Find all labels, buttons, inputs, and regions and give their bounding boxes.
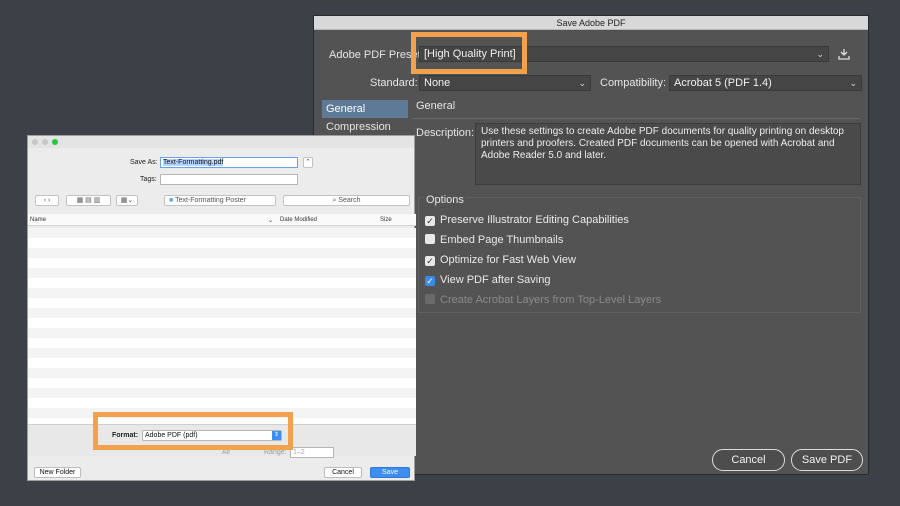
standard-label: Standard: [370,77,418,89]
list-item[interactable] [28,398,416,408]
window-titlebar [28,136,414,148]
save-preset-icon[interactable] [837,47,851,61]
option-label: View PDF after Saving [440,274,551,286]
chevron-down-icon: ⌄ [816,49,824,59]
option-acrobat-layers: Create Acrobat Layers from Top-Level Lay… [425,292,661,308]
compatibility-label: Compatibility: [600,77,667,89]
sort-chevron-icon: ⌄ [268,218,274,224]
range-all-option[interactable]: All [222,449,230,456]
filename-value: Text-Formatting.pdf [163,159,224,166]
list-item[interactable] [28,378,416,388]
checkbox-checked-icon[interactable]: ✓ [425,256,435,266]
minimize-icon[interactable] [42,139,48,145]
section-title: General [416,100,456,112]
save-button[interactable]: Save [370,467,410,478]
options-title: Options [424,194,466,206]
compatibility-value: Acrobat 5 (PDF 1.4) [674,77,772,89]
save-pdf-button[interactable]: Save PDF [791,449,863,471]
list-item[interactable] [28,338,416,348]
list-item[interactable] [28,318,416,328]
file-list [28,228,416,438]
checkbox-disabled-icon [425,294,435,304]
option-embed-thumbnails[interactable]: Embed Page Thumbnails [425,232,563,248]
option-view-after-saving[interactable]: ✓ View PDF after Saving [425,272,550,288]
chevron-down-icon: ⌄ [849,78,857,88]
location-value: Text-Formatting Poster [175,197,246,204]
col-modified[interactable]: Date Modified [280,217,317,223]
list-item[interactable] [28,368,416,378]
standard-value: None [424,77,451,89]
cancel-button[interactable]: Cancel [324,467,362,478]
option-label: Create Acrobat Layers from Top-Level Lay… [440,294,662,306]
option-label: Preserve Illustrator Editing Capabilitie… [440,214,629,226]
col-size[interactable]: Size [380,217,392,223]
list-item[interactable] [28,278,416,288]
list-item[interactable] [28,408,416,418]
checkbox-checked-icon[interactable]: ✓ [425,276,435,286]
list-item[interactable] [28,328,416,338]
compatibility-dropdown[interactable]: Acrobat 5 (PDF 1.4) ⌄ [669,75,862,91]
option-preserve-editing[interactable]: ✓ Preserve Illustrator Editing Capabiliti… [425,212,629,228]
list-item[interactable] [28,228,416,238]
list-item[interactable] [28,388,416,398]
filename-input[interactable]: Text-Formatting.pdf [160,157,298,168]
cancel-button[interactable]: Cancel [712,449,785,471]
range-input[interactable]: 1–2 [290,447,334,458]
preset-label: Adobe PDF Preset: [329,49,424,61]
folder-icon: ■ [169,197,174,204]
location-dropdown[interactable]: ■ Text-Formatting Poster [164,195,276,206]
sidebar-item-general[interactable]: General [322,100,408,118]
search-placeholder: Search [338,197,361,204]
nav-back-forward[interactable]: ‹ › [35,195,59,206]
sidebar: General Compression [322,100,408,136]
format-label: Format: [112,432,139,439]
expand-toggle[interactable]: ⌃ [303,157,313,168]
col-name[interactable]: Name [30,217,46,223]
list-item[interactable] [28,258,416,268]
list-item[interactable] [28,238,416,248]
search-input[interactable]: ⌕ Search [283,195,410,206]
tags-input[interactable] [160,174,298,185]
zoom-icon[interactable] [52,139,58,145]
divider [412,118,860,119]
list-item[interactable] [28,288,416,298]
save-as-label: Save As: [130,159,158,166]
format-value: Adobe PDF (pdf) [145,432,198,439]
tags-label: Tags: [140,176,157,183]
view-mode-buttons[interactable]: ▦ ▤ ▥ [66,195,111,206]
option-label: Embed Page Thumbnails [440,234,564,246]
list-item[interactable] [28,248,416,258]
new-folder-button[interactable]: New Folder [34,467,81,478]
close-icon[interactable] [32,139,38,145]
list-item[interactable] [28,348,416,358]
checkbox-checked-icon[interactable]: ✓ [425,216,435,226]
preset-value: [High Quality Print] [424,48,516,60]
stepper-icon: ⇕ [272,431,281,440]
option-label: Optimize for Fast Web View [440,254,576,266]
range-option[interactable]: Range: [264,449,287,456]
list-item[interactable] [28,298,416,308]
standard-dropdown[interactable]: None ⌄ [419,75,591,91]
list-item[interactable] [28,308,416,318]
save-file-sheet: Save As: Text-Formatting.pdf ⌃ Tags: ‹ ›… [27,135,416,481]
list-item[interactable] [28,268,416,278]
format-dropdown[interactable]: Adobe PDF (pdf) ⇕ [142,430,282,441]
chevron-down-icon: ⌄ [578,78,586,88]
dialog-title: Save Adobe PDF [314,16,868,30]
group-by-button[interactable]: ▦⌄ [116,195,138,206]
column-header: Name ⌄ Date Modified Size [28,214,416,226]
description-text: Use these settings to create Adobe PDF d… [475,123,861,185]
search-icon: ⌕ [332,197,337,204]
preset-dropdown[interactable]: [High Quality Print] ⌄ [419,46,829,62]
sidebar-item-compression[interactable]: Compression [322,118,408,136]
description-label: Description: [416,127,475,139]
option-fast-web-view[interactable]: ✓ Optimize for Fast Web View [425,252,576,268]
list-item[interactable] [28,358,416,368]
checkbox-unchecked-icon[interactable] [425,234,435,244]
